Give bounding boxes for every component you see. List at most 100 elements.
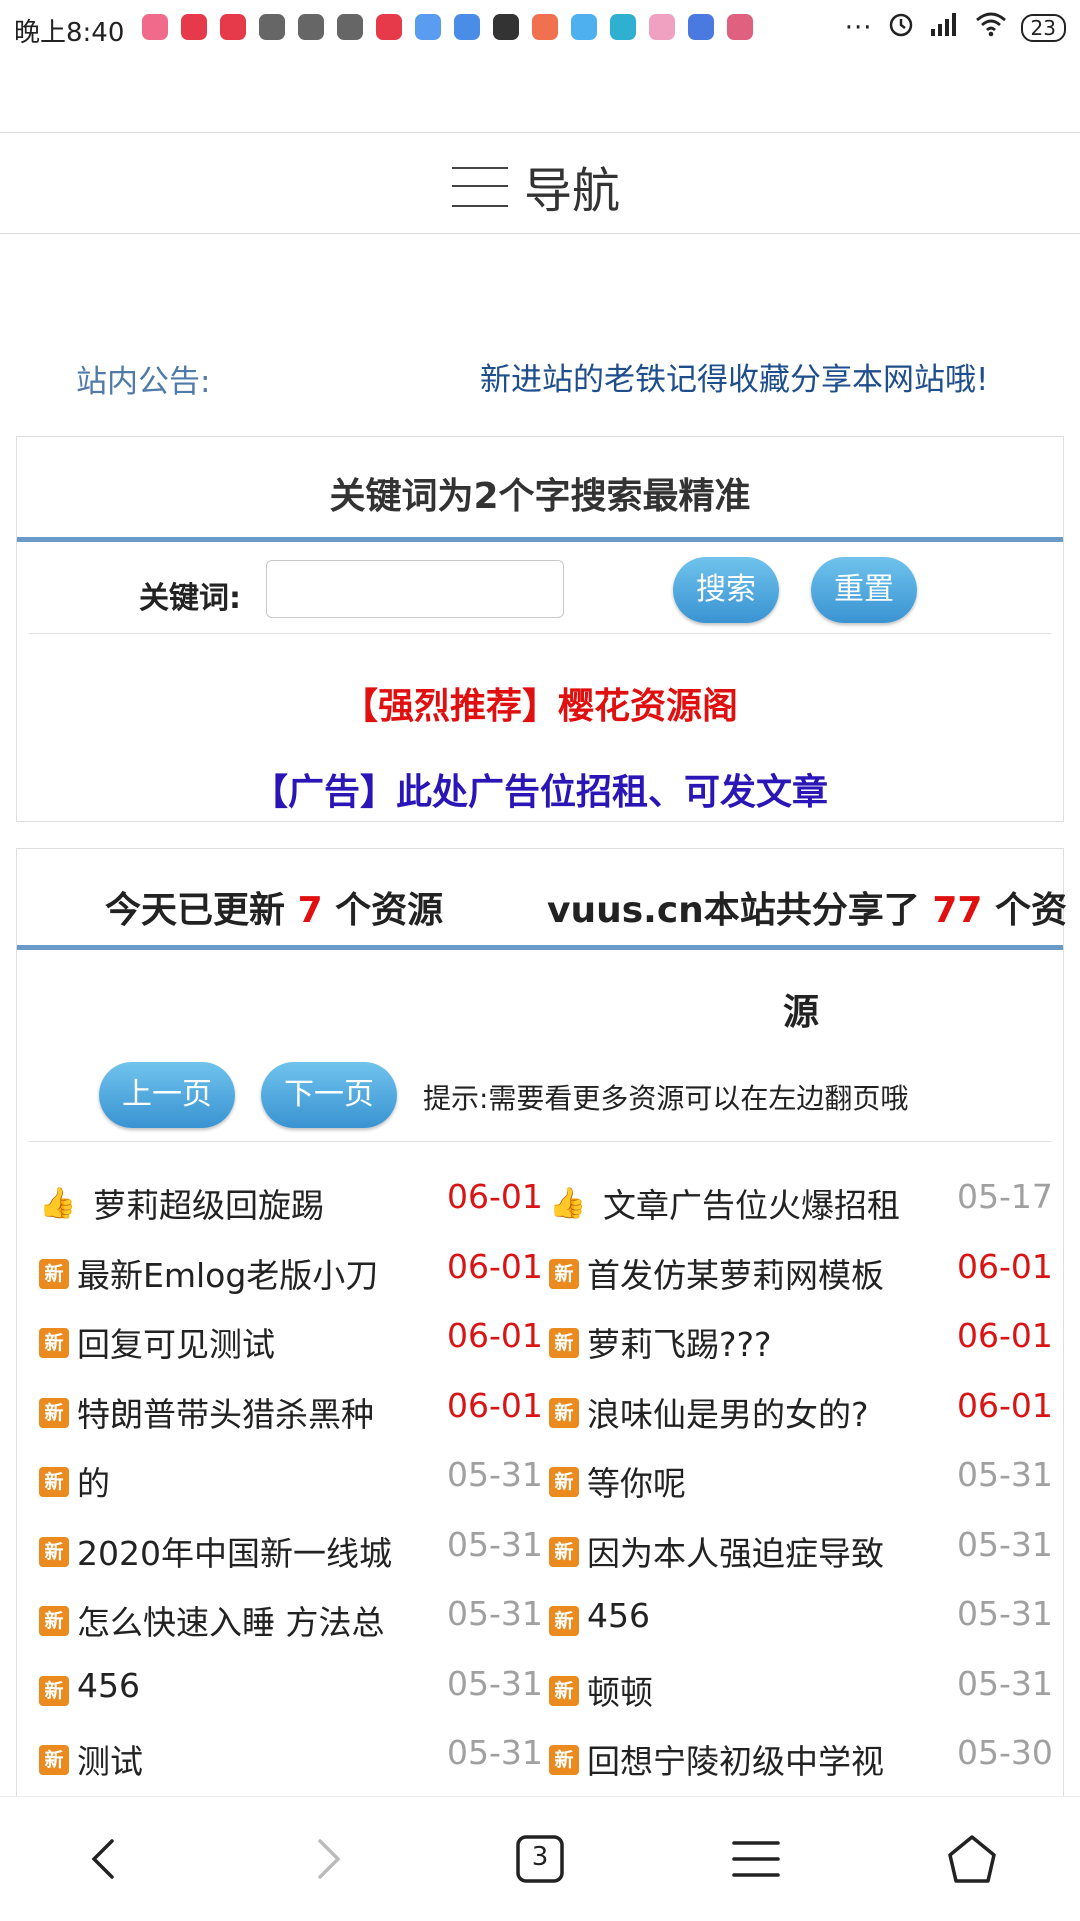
- resource-item[interactable]: 新顿顿 05-31: [549, 1654, 1061, 1723]
- home-button[interactable]: [942, 1829, 1002, 1889]
- thumbs-up-icon: 👍: [549, 1186, 587, 1221]
- tabs-button[interactable]: 3: [510, 1829, 570, 1889]
- notification-app-icon: [532, 14, 558, 40]
- resource-item[interactable]: 新最新Emlog老版小刀 06-01: [39, 1237, 551, 1306]
- divider: [29, 633, 1051, 634]
- resource-row: 新最新Emlog老版小刀 06-01 新首发仿某萝莉网模板 06-01: [17, 1237, 1063, 1306]
- resource-item[interactable]: 👍 萝莉超级回旋踢 06-01: [39, 1167, 551, 1236]
- prev-page-button[interactable]: 上一页: [99, 1062, 235, 1128]
- resource-item[interactable]: 新特朗普带头猎杀黑种 06-01: [39, 1376, 551, 1445]
- nav-header[interactable]: 导航: [0, 132, 1080, 234]
- search-panel: 关键词为2个字搜索最精准 关键词: 搜索 重置 【强烈推荐】樱花资源阁 【广告】…: [16, 436, 1064, 822]
- resource-title[interactable]: 顿顿: [587, 1666, 909, 1714]
- resource-title[interactable]: 因为本人强迫症导致: [587, 1527, 909, 1575]
- status-right: ··· 23: [845, 10, 1066, 45]
- nav-title[interactable]: 导航: [524, 151, 620, 221]
- resource-item[interactable]: 新因为本人强迫症导致 05-31: [549, 1515, 1061, 1584]
- resource-date: 06-01: [447, 1177, 543, 1216]
- resource-item[interactable]: 新回想宁陵初级中学视 05-30: [549, 1723, 1061, 1792]
- menu-icon[interactable]: [452, 163, 508, 209]
- divider-line: [17, 537, 1063, 542]
- resource-title[interactable]: 最新Emlog老版小刀: [77, 1249, 399, 1297]
- site-total-stat: vuus.cn本站共分享了 77 个资: [547, 890, 1068, 931]
- keyword-input[interactable]: [266, 560, 564, 618]
- resource-title[interactable]: 456: [587, 1596, 909, 1635]
- resource-title[interactable]: 456: [77, 1666, 399, 1705]
- resource-title[interactable]: 文章广告位火爆招租: [603, 1179, 909, 1227]
- resource-date: 05-31: [447, 1524, 543, 1564]
- divider-line: [17, 945, 1063, 950]
- notification-app-icon: [610, 14, 636, 40]
- resource-item[interactable]: 新 456 05-31: [549, 1584, 1061, 1653]
- resource-item[interactable]: 新首发仿某萝莉网模板 06-01: [549, 1237, 1061, 1306]
- battery-indicator: 23: [1020, 13, 1066, 42]
- back-button[interactable]: [76, 1829, 136, 1889]
- notice-label: 站内公告:: [76, 364, 211, 400]
- resource-title[interactable]: 2020年中国新一线城: [77, 1527, 399, 1575]
- notification-app-icon: [493, 14, 519, 40]
- resource-row: 新 456 05-31 新顿顿 05-31: [17, 1654, 1063, 1723]
- today-update-stat: 今天已更新 7 个资源: [105, 890, 444, 931]
- new-badge-icon: 新: [549, 1328, 579, 1358]
- notification-app-icon: [220, 14, 246, 40]
- resource-title[interactable]: 怎么快速入睡 方法总: [77, 1596, 399, 1644]
- notification-app-icon: [727, 14, 753, 40]
- resource-row: 新测试 05-31 新回想宁陵初级中学视 05-30: [17, 1723, 1063, 1792]
- resource-date: 06-01: [957, 1385, 1053, 1425]
- resource-date: 06-01: [447, 1316, 543, 1355]
- resource-date: 05-31: [957, 1455, 1053, 1494]
- resource-title[interactable]: 的: [77, 1457, 399, 1505]
- resource-title[interactable]: 萝莉超级回旋踢: [93, 1179, 399, 1227]
- ad-link[interactable]: 【广告】此处广告位招租、可发文章: [17, 763, 1063, 815]
- hamburger-menu-icon: [732, 1841, 780, 1877]
- resource-title[interactable]: 测试: [77, 1735, 399, 1783]
- new-badge-icon: 新: [39, 1328, 69, 1358]
- resource-item[interactable]: 新回复可见测试 06-01: [39, 1306, 551, 1375]
- recommend-link[interactable]: 【强烈推荐】樱花资源阁: [17, 677, 1063, 729]
- new-badge-icon: 新: [39, 1397, 69, 1428]
- thumbs-up-icon: 👍: [39, 1186, 77, 1221]
- resource-title[interactable]: 回想宁陵初级中学视: [587, 1735, 909, 1783]
- resource-title[interactable]: 等你呢: [587, 1457, 909, 1505]
- resource-title[interactable]: 特朗普带头猎杀黑种: [77, 1388, 399, 1436]
- resource-item[interactable]: 新等你呢 05-31: [549, 1445, 1061, 1514]
- menu-button[interactable]: [726, 1829, 786, 1889]
- resource-date: 05-31: [447, 1663, 543, 1703]
- status-time: 晚上8:40: [14, 18, 125, 48]
- search-panel-title: 关键词为2个字搜索最精准: [329, 476, 751, 517]
- resource-item[interactable]: 新测试 05-31: [39, 1723, 551, 1792]
- back-arrow-icon: [91, 1839, 114, 1879]
- notification-app-icon: [571, 14, 597, 40]
- notice-marquee: 新进站的老铁记得收藏分享本网站哦!: [480, 362, 989, 398]
- resource-date: 05-31: [957, 1524, 1053, 1564]
- resource-date: 05-30: [957, 1733, 1053, 1772]
- resource-item[interactable]: 👍 文章广告位火爆招租 05-17: [549, 1167, 1061, 1236]
- resource-date: 05-31: [447, 1455, 543, 1494]
- resource-item[interactable]: 新 456 05-31: [39, 1654, 551, 1723]
- resource-item[interactable]: 新怎么快速入睡 方法总 05-31: [39, 1584, 551, 1653]
- reset-button[interactable]: 重置: [811, 557, 917, 623]
- forward-button[interactable]: [296, 1829, 356, 1889]
- resource-title[interactable]: 萝莉飞踢???: [587, 1318, 909, 1366]
- resource-item[interactable]: 新萝莉飞踢??? 06-01: [549, 1306, 1061, 1375]
- divider: [29, 1141, 1051, 1142]
- home-icon: [948, 1835, 996, 1883]
- wifi-icon: [975, 11, 1007, 44]
- resource-row: 新特朗普带头猎杀黑种 06-01 新 浪味仙是男的女的? 06-01: [17, 1376, 1063, 1445]
- notification-icons: [142, 14, 753, 40]
- new-badge-icon: 新: [39, 1675, 69, 1706]
- notification-app-icon: [259, 14, 285, 40]
- resource-item[interactable]: 新浪味仙是男的女的? 06-01: [549, 1376, 1061, 1445]
- next-page-button[interactable]: 下一页: [261, 1062, 397, 1128]
- resource-date: 05-31: [447, 1594, 543, 1633]
- resource-title[interactable]: 首发仿某萝莉网模板: [587, 1249, 909, 1297]
- new-badge-icon: 新: [39, 1536, 69, 1567]
- resource-date: 05-31: [957, 1594, 1053, 1633]
- status-bar: 晚上8:40 ··· 23: [0, 0, 1080, 60]
- more-notifications-icon: ···: [844, 12, 873, 43]
- resource-title[interactable]: 浪味仙是男的女的?: [587, 1388, 909, 1436]
- resource-item[interactable]: 新 2020年中国新一线城 05-31: [39, 1515, 551, 1584]
- resource-title[interactable]: 回复可见测试: [77, 1318, 399, 1366]
- resource-item[interactable]: 新的 05-31: [39, 1445, 551, 1514]
- search-button[interactable]: 搜索: [673, 557, 779, 623]
